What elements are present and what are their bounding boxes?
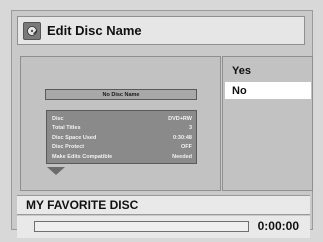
dialog-title-bar: Edit Disc Name [17, 16, 305, 45]
info-row-disc-protect: Disc Protect OFF [52, 143, 192, 153]
info-row-disc: Disc DVD+RW [52, 114, 192, 124]
info-value: 3 [188, 125, 192, 132]
disc-name-display: MY FAVORITE DISC [17, 195, 310, 215]
scroll-down-arrow-icon[interactable] [47, 167, 65, 175]
info-row-make-edits-compatible: Make Edits Compatible Needed [52, 152, 192, 162]
info-row-disc-space-used: Disc Space Used 0:30:48 [52, 133, 192, 143]
status-bar: 0:00:00 [17, 216, 310, 238]
option-menu: Yes No [222, 56, 313, 191]
disc-info-pane: No Disc Name Disc DVD+RW Total Titles 3 … [20, 56, 221, 191]
dialog-title: Edit Disc Name [47, 23, 142, 38]
main-panel: No Disc Name Disc DVD+RW Total Titles 3 … [20, 56, 315, 191]
elapsed-time: 0:00:00 [257, 219, 299, 233]
info-value: DVD+RW [168, 115, 192, 122]
info-label: Make Edits Compatible [52, 153, 113, 160]
disc-name-preview: No Disc Name [45, 89, 197, 100]
info-label: Disc Protect [52, 144, 85, 151]
info-label: Total Titles [52, 125, 81, 132]
option-yes[interactable]: Yes [225, 62, 311, 79]
progress-bar [34, 221, 249, 232]
disc-info-table: Disc DVD+RW Total Titles 3 Disc Space Us… [46, 110, 197, 164]
info-value: Needed [172, 153, 192, 160]
info-label: Disc Space Used [52, 134, 97, 141]
disc-edit-icon [23, 21, 41, 40]
info-row-total-titles: Total Titles 3 [52, 124, 192, 134]
info-value: 0:30:48 [173, 134, 192, 141]
option-no[interactable]: No [225, 82, 311, 99]
info-value: OFF [181, 144, 192, 151]
info-label: Disc [52, 115, 64, 122]
